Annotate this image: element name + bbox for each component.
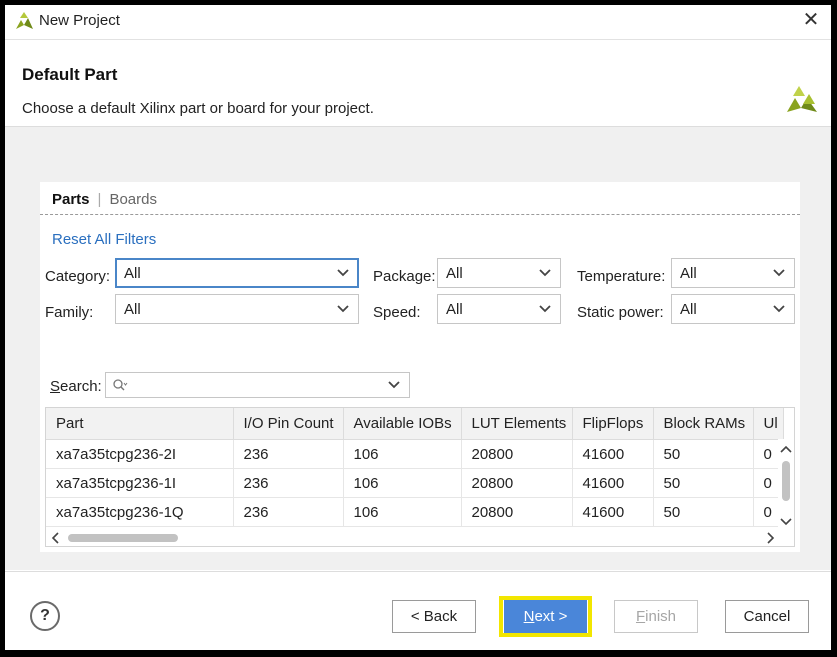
content-area: Parts | Boards Reset All Filters Category:… xyxy=(5,127,831,570)
chevron-down-icon[interactable] xyxy=(387,378,401,396)
column-header-lut-elements[interactable]: LUT Elements xyxy=(461,408,573,440)
static-power-label: Static power: xyxy=(577,304,664,321)
window-title: New Project xyxy=(39,12,120,29)
tab-boards[interactable]: Boards xyxy=(109,191,157,208)
chevron-down-icon xyxy=(538,302,552,320)
column-header-part[interactable]: Part xyxy=(46,408,234,440)
help-button[interactable]: ? xyxy=(30,601,60,631)
category-label: Category: xyxy=(45,268,111,285)
category-value: All xyxy=(124,265,141,282)
search-input[interactable] xyxy=(105,372,410,398)
part-selection-panel: Parts | Boards Reset All Filters Category:… xyxy=(40,182,800,552)
chevron-down-icon xyxy=(538,266,552,284)
next-button-mnemonic: N xyxy=(523,608,535,625)
cell-block-rams: 50 xyxy=(653,468,754,498)
family-value: All xyxy=(124,301,141,318)
tab-bar: Parts | Boards xyxy=(52,191,157,211)
new-project-dialog: New Project ✕ Default Part Choose a defa… xyxy=(5,5,831,650)
wizard-footer: ? < Back Next > Finish Cancel xyxy=(5,571,831,650)
cell-part: xa7a35tcpg236-2I xyxy=(46,439,234,469)
package-value: All xyxy=(446,265,463,282)
column-header-io-pin-count[interactable]: I/O Pin Count xyxy=(233,408,344,440)
temperature-value: All xyxy=(680,265,697,282)
parts-table: Part I/O Pin Count Available IOBs LUT El… xyxy=(45,407,795,547)
cell-available-iobs: 106 xyxy=(343,468,462,498)
cell-available-iobs: 106 xyxy=(343,497,462,527)
cell-io-pin-count: 236 xyxy=(233,439,344,469)
title-bar: New Project ✕ xyxy=(5,5,831,40)
cell-part: xa7a35tcpg236-1Q xyxy=(46,497,234,527)
chevron-down-icon xyxy=(336,302,350,320)
close-icon[interactable]: ✕ xyxy=(801,10,821,30)
cell-lut-elements: 20800 xyxy=(461,468,573,498)
search-label-rest: earch: xyxy=(60,378,102,395)
column-header-truncated[interactable]: Ul xyxy=(753,408,784,440)
category-select[interactable]: All xyxy=(115,258,359,288)
family-label: Family: xyxy=(45,304,94,321)
horizontal-scrollbar[interactable] xyxy=(46,530,778,546)
back-button[interactable]: < Back xyxy=(392,600,476,633)
chevron-down-icon xyxy=(772,302,786,320)
chevron-down-icon xyxy=(772,266,786,284)
vertical-scroll-thumb[interactable] xyxy=(782,461,790,501)
scroll-down-icon[interactable] xyxy=(780,514,792,531)
static-power-value: All xyxy=(680,301,697,318)
table-row[interactable]: xa7a35tcpg236-1Q 236 106 20800 41600 50 … xyxy=(46,497,784,527)
cancel-button[interactable]: Cancel xyxy=(725,600,809,633)
vertical-scrollbar[interactable] xyxy=(778,439,794,529)
finish-button-mnemonic: F xyxy=(635,608,646,625)
cell-lut-elements: 20800 xyxy=(461,439,573,469)
family-select[interactable]: All xyxy=(115,294,359,324)
cell-flipflops: 41600 xyxy=(572,468,654,498)
scroll-up-icon[interactable] xyxy=(780,441,792,458)
cell-part: xa7a35tcpg236-1I xyxy=(46,468,234,498)
speed-value: All xyxy=(446,301,463,318)
search-label: Search: xyxy=(50,378,102,395)
xilinx-logo-icon xyxy=(783,82,819,122)
tab-separator: | xyxy=(97,191,102,208)
temperature-select[interactable]: All xyxy=(671,258,795,288)
table-header-row: Part I/O Pin Count Available IOBs LUT El… xyxy=(46,408,784,440)
search-label-mnemonic: S xyxy=(50,378,61,395)
next-button[interactable]: Next > xyxy=(504,600,587,633)
table-row[interactable]: xa7a35tcpg236-2I 236 106 20800 41600 50 … xyxy=(46,439,784,469)
tab-parts[interactable]: Parts xyxy=(52,191,90,208)
column-header-flipflops[interactable]: FlipFlops xyxy=(572,408,654,440)
finish-button[interactable]: Finish xyxy=(614,600,698,633)
scroll-left-icon[interactable] xyxy=(50,531,60,546)
chevron-down-icon xyxy=(336,266,350,284)
column-header-available-iobs[interactable]: Available IOBs xyxy=(343,408,462,440)
package-label: Package: xyxy=(373,268,436,285)
page-description: Choose a default Xilinx part or board fo… xyxy=(22,100,374,117)
cell-io-pin-count: 236 xyxy=(233,468,344,498)
horizontal-scroll-thumb[interactable] xyxy=(68,534,178,542)
cell-lut-elements: 20800 xyxy=(461,497,573,527)
package-select[interactable]: All xyxy=(437,258,561,288)
column-header-block-rams[interactable]: Block RAMs xyxy=(653,408,754,440)
reset-filters-link[interactable]: Reset All Filters xyxy=(52,231,156,248)
cell-io-pin-count: 236 xyxy=(233,497,344,527)
search-icon xyxy=(112,378,128,396)
temperature-label: Temperature: xyxy=(577,268,666,285)
speed-label: Speed: xyxy=(373,304,421,321)
xilinx-logo-icon xyxy=(14,12,34,34)
tab-divider xyxy=(40,214,800,215)
page-title: Default Part xyxy=(22,65,118,84)
table-row[interactable]: xa7a35tcpg236-1I 236 106 20800 41600 50 … xyxy=(46,468,784,498)
cell-block-rams: 50 xyxy=(653,439,754,469)
static-power-select[interactable]: All xyxy=(671,294,795,324)
cell-flipflops: 41600 xyxy=(572,439,654,469)
finish-button-label-rest: inish xyxy=(645,608,677,625)
speed-select[interactable]: All xyxy=(437,294,561,324)
cell-flipflops: 41600 xyxy=(572,497,654,527)
cell-available-iobs: 106 xyxy=(343,439,462,469)
wizard-header: Default Part Choose a default Xilinx par… xyxy=(5,40,831,127)
next-button-label-rest: ext > xyxy=(534,608,568,625)
parts-grid: Part I/O Pin Count Available IOBs LUT El… xyxy=(46,408,784,527)
cell-block-rams: 50 xyxy=(653,497,754,527)
scroll-right-icon[interactable] xyxy=(766,531,776,546)
